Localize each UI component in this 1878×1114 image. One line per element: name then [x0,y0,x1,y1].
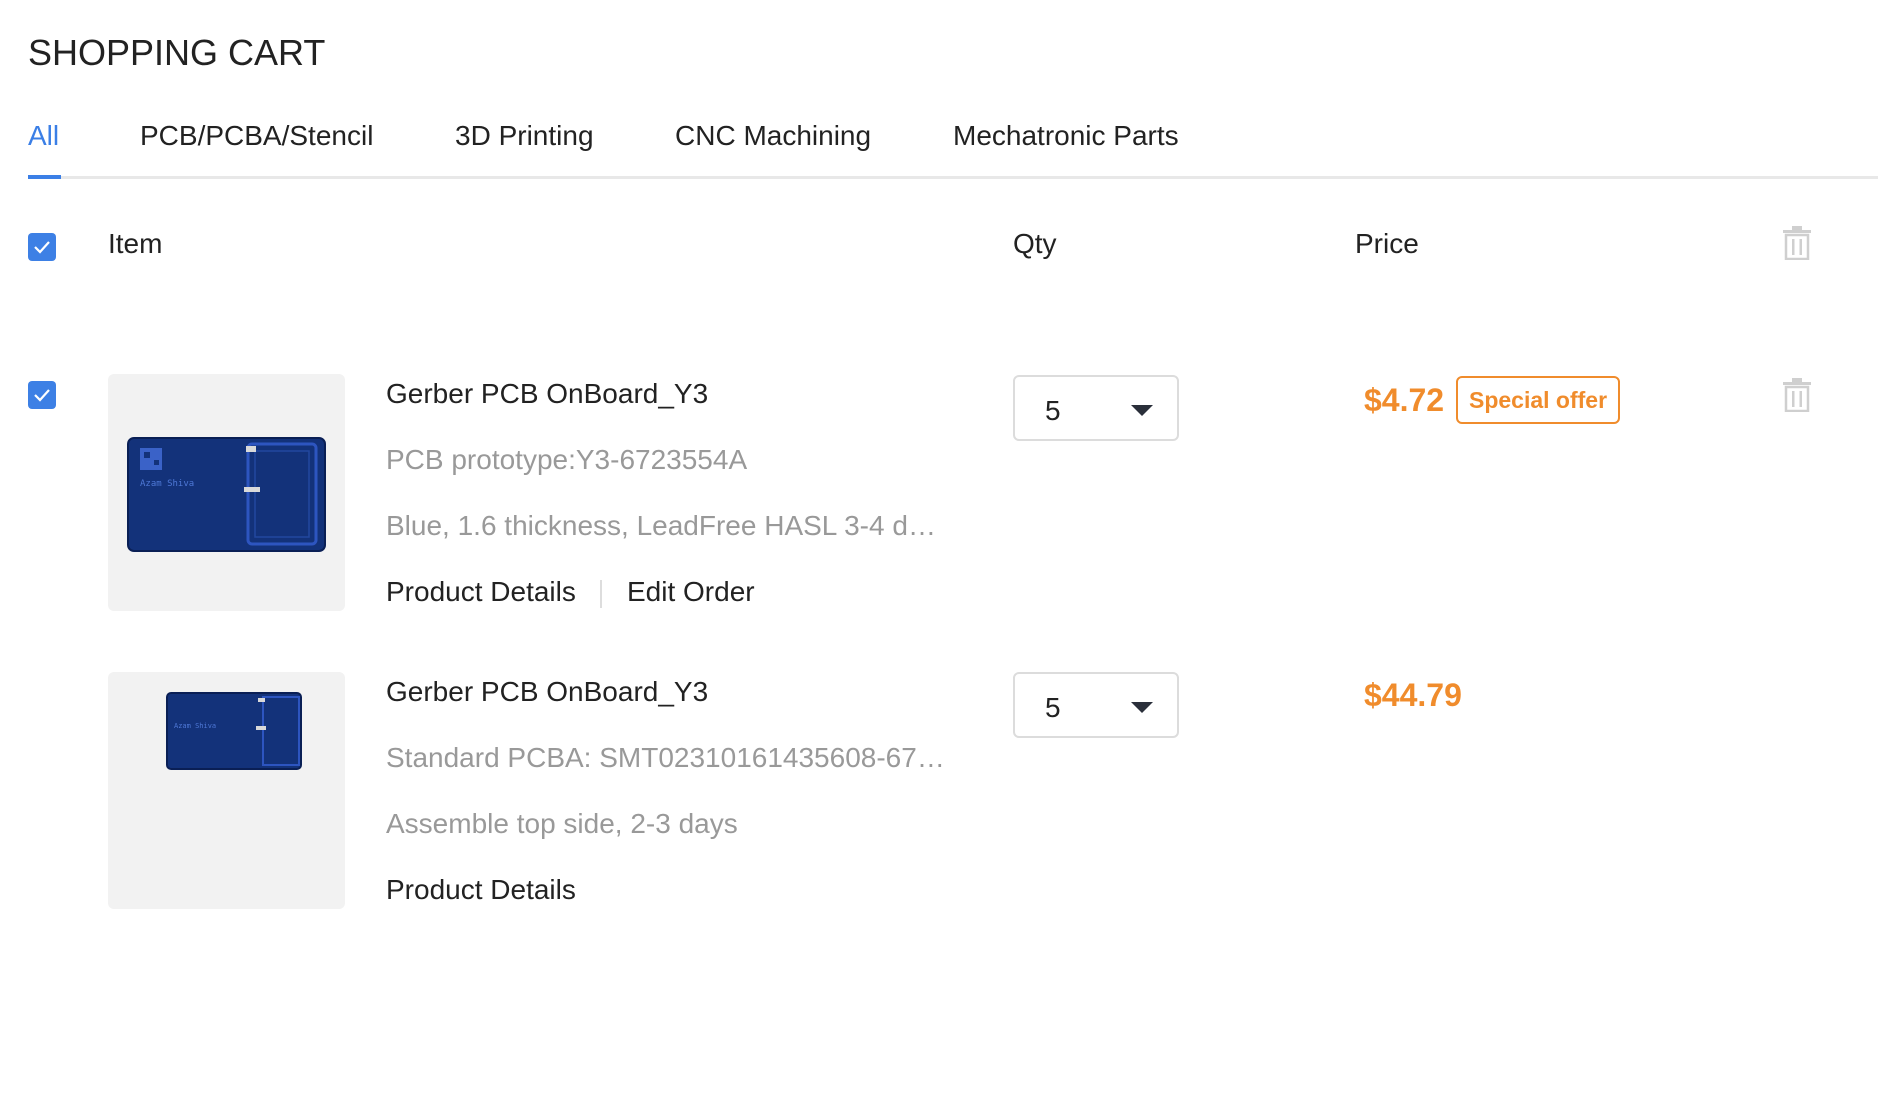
caret-down-icon [1131,405,1153,416]
column-header-qty: Qty [1013,228,1057,259]
item-specs: Blue, 1.6 thickness, LeadFree HASL 3-4 d… [386,510,946,541]
quantity-value: 5 [1045,692,1061,723]
select-all-checkbox[interactable] [28,233,56,261]
active-tab-indicator [28,175,61,179]
item-name: Gerber PCB OnBoard_Y3 [386,676,709,707]
check-icon [34,389,50,402]
page-title: SHOPPING CART [28,32,326,73]
quantity-select[interactable]: 5 [1013,375,1179,441]
quantity-select[interactable]: 5 [1013,672,1179,738]
item-checkbox[interactable] [28,381,56,409]
link-separator [600,580,602,608]
pcb-board-image: Azam Shiva [166,692,302,770]
item-type: PCB prototype:Y3-6723554A [386,444,748,475]
tab-divider [28,176,1878,179]
product-details-link[interactable]: Product Details [386,576,576,608]
product-details-link[interactable]: Product Details [386,874,576,906]
delete-selected-button[interactable] [1781,224,1813,261]
column-header-price: Price [1355,228,1419,259]
quantity-value: 5 [1045,395,1061,426]
item-price: $44.79 [1364,677,1462,713]
edit-order-link[interactable]: Edit Order [627,576,755,608]
product-thumbnail[interactable]: Azam Shiva [108,374,345,611]
caret-down-icon [1131,702,1153,713]
item-name: Gerber PCB OnBoard_Y3 [386,378,709,409]
item-type: Standard PCBA: SMT02310161435608-6723554… [386,742,951,773]
pcb-label-text: Azam Shiva [140,479,194,489]
tab-cnc-machining[interactable]: CNC Machining [675,120,871,152]
tab-3d-printing[interactable]: 3D Printing [455,120,594,152]
product-thumbnail[interactable]: Azam Shiva [108,672,345,909]
item-price: $4.72 [1364,382,1445,418]
trash-icon [1783,378,1811,413]
delete-item-button[interactable] [1781,376,1813,413]
pcb-label-text: Azam Shiva [174,722,216,730]
tab-mechatronic-parts[interactable]: Mechatronic Parts [953,120,1179,152]
item-specs: Assemble top side, 2-3 days [386,808,738,839]
tab-all[interactable]: All [28,120,59,152]
special-offer-badge: Special offer [1456,376,1621,424]
pcb-board-image: Azam Shiva [127,437,326,552]
check-icon [34,241,50,254]
column-header-item: Item [108,228,163,259]
tab-pcb-pcba-stencil[interactable]: PCB/PCBA/Stencil [140,120,373,152]
trash-icon [1783,226,1811,261]
